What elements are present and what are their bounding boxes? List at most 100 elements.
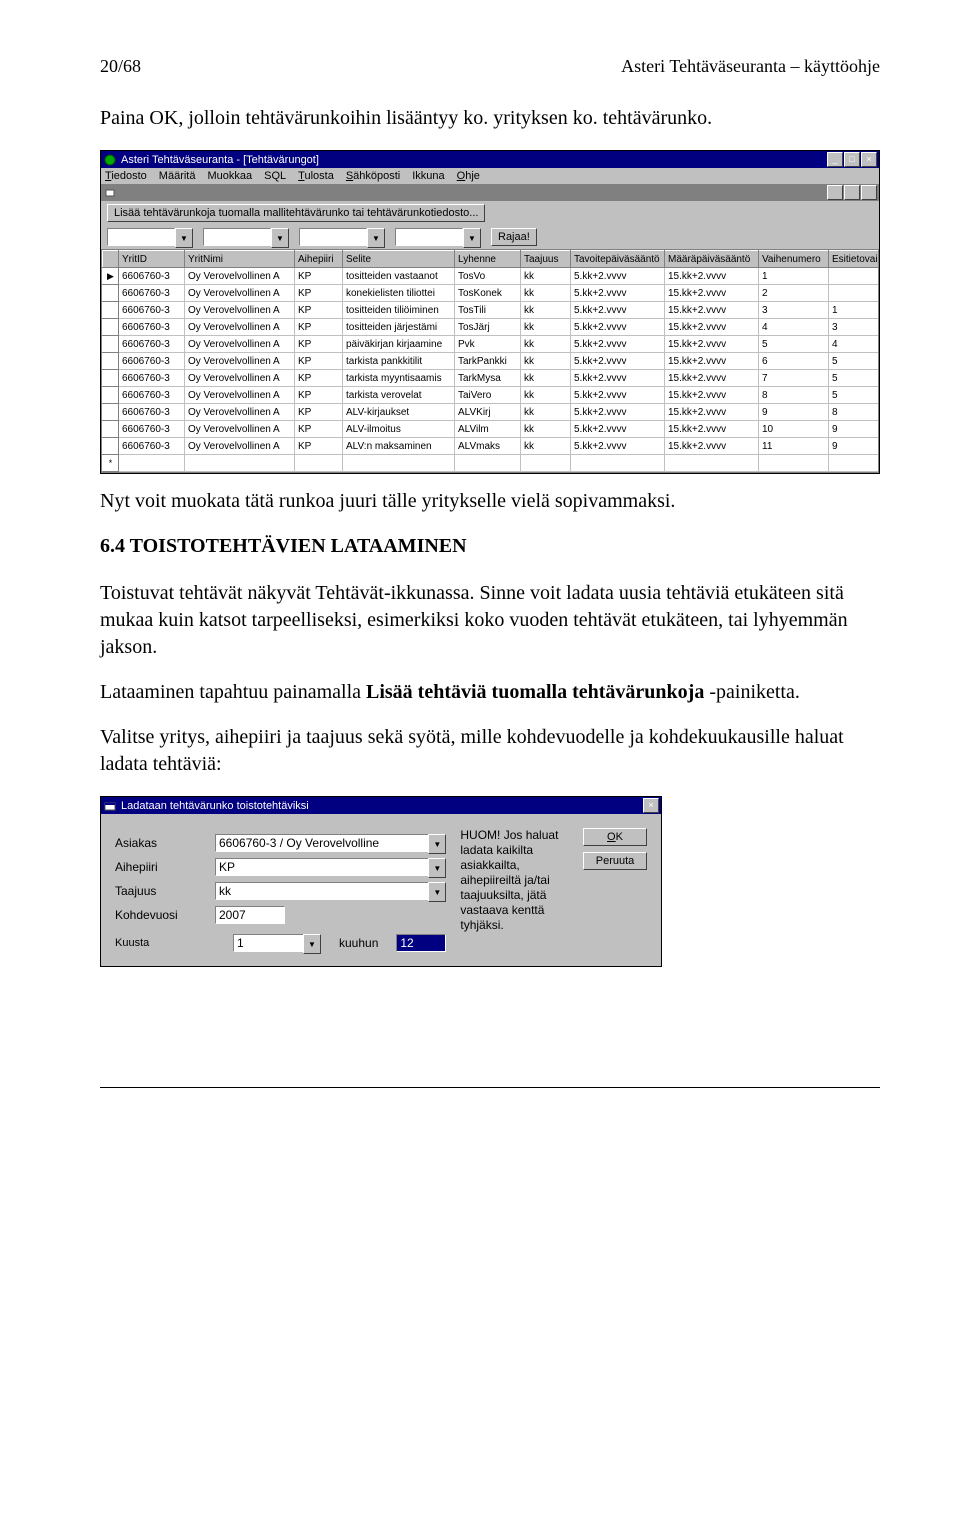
table-cell[interactable]: 15.kk+2.vvvv [665, 319, 759, 336]
table-row[interactable]: 6606760-3Oy Verovelvollinen AKPALV:n mak… [103, 438, 879, 455]
kuusta-input[interactable] [233, 934, 303, 952]
kohdevuosi-input[interactable] [215, 906, 285, 924]
add-templates-button[interactable]: Lisää tehtävärunkoja tuomalla mallitehtä… [107, 204, 485, 222]
table-cell[interactable]: 5.kk+2.vvvv [571, 285, 665, 302]
table-cell[interactable]: 1 [829, 302, 879, 319]
table-cell[interactable]: päiväkirjan kirjaamine [343, 336, 455, 353]
table-cell[interactable]: 6606760-3 [119, 268, 185, 285]
column-header[interactable]: Esitietovaih [829, 251, 879, 268]
chevron-down-icon[interactable]: ▼ [175, 228, 193, 248]
table-cell[interactable]: 3 [759, 302, 829, 319]
table-cell[interactable]: kk [521, 404, 571, 421]
chevron-down-icon[interactable]: ▼ [428, 834, 446, 854]
table-cell[interactable]: 15.kk+2.vvvv [665, 370, 759, 387]
table-cell[interactable]: tarkista myyntisaamis [343, 370, 455, 387]
table-cell[interactable]: 6606760-3 [119, 302, 185, 319]
table-cell[interactable]: kk [521, 438, 571, 455]
table-cell[interactable]: 4 [759, 319, 829, 336]
table-cell[interactable]: 5.kk+2.vvvv [571, 438, 665, 455]
table-cell[interactable]: 5.kk+2.vvvv [571, 336, 665, 353]
table-cell[interactable]: 6606760-3 [119, 421, 185, 438]
column-header[interactable]: Selite [343, 251, 455, 268]
table-cell[interactable]: ALV-ilmoitus [343, 421, 455, 438]
combo-asiakas[interactable]: ▼ [215, 834, 446, 852]
table-row[interactable]: 6606760-3Oy Verovelvollinen AKPtarkista … [103, 370, 879, 387]
table-cell[interactable]: 6606760-3 [119, 438, 185, 455]
table-cell[interactable]: 5.kk+2.vvvv [571, 404, 665, 421]
table-cell[interactable]: Pvk [455, 336, 521, 353]
column-header[interactable]: Taajuus [521, 251, 571, 268]
child-restore-button[interactable]: ❐ [844, 185, 860, 200]
asiakas-input[interactable] [215, 834, 428, 852]
table-cell[interactable]: 5.kk+2.vvvv [571, 370, 665, 387]
table-cell[interactable]: 15.kk+2.vvvv [665, 387, 759, 404]
table-cell[interactable]: 5 [829, 353, 879, 370]
table-cell[interactable]: 5.kk+2.vvvv [571, 319, 665, 336]
combo-aihepiiri[interactable]: ▼ [215, 858, 446, 876]
table-cell[interactable]: 7 [759, 370, 829, 387]
table-cell[interactable]: 15.kk+2.vvvv [665, 438, 759, 455]
table-cell[interactable]: 6606760-3 [119, 336, 185, 353]
table-cell[interactable]: 15.kk+2.vvvv [665, 336, 759, 353]
table-cell[interactable]: tositteiden tiliöiminen [343, 302, 455, 319]
table-cell[interactable]: KP [295, 404, 343, 421]
table-cell[interactable]: kk [521, 336, 571, 353]
table-cell[interactable]: kk [521, 353, 571, 370]
table-cell[interactable]: 5.kk+2.vvvv [571, 302, 665, 319]
menu-sql[interactable]: SQL [264, 170, 286, 182]
table-cell[interactable]: KP [295, 421, 343, 438]
table-cell[interactable]: kk [521, 268, 571, 285]
table-cell[interactable]: tositteiden järjestämi [343, 319, 455, 336]
table-cell[interactable]: ALVKirj [455, 404, 521, 421]
table-cell[interactable]: 5 [829, 387, 879, 404]
chevron-down-icon[interactable]: ▼ [428, 858, 446, 878]
table-cell[interactable]: kk [521, 421, 571, 438]
table-cell[interactable]: 8 [829, 404, 879, 421]
table-row[interactable]: 6606760-3Oy Verovelvollinen AKPtarkista … [103, 353, 879, 370]
titlebar-outer[interactable]: Asteri Tehtäväseuranta - [Tehtävärungot]… [101, 151, 879, 168]
table-cell[interactable]: KP [295, 370, 343, 387]
table-cell[interactable]: KP [295, 268, 343, 285]
kuuhun-input[interactable] [396, 934, 446, 952]
table-row[interactable]: ▶6606760-3Oy Verovelvollinen AKPtosittei… [103, 268, 879, 285]
table-cell[interactable]: ALV-kirjaukset [343, 404, 455, 421]
menu-sahkoposti[interactable]: Sähköposti [346, 170, 400, 182]
table-cell[interactable]: 9 [829, 438, 879, 455]
table-cell[interactable]: 6606760-3 [119, 353, 185, 370]
table-cell[interactable]: KP [295, 319, 343, 336]
table-cell[interactable]: 5.kk+2.vvvv [571, 268, 665, 285]
child-min-button[interactable]: _ [827, 185, 843, 200]
table-cell[interactable]: 11 [759, 438, 829, 455]
column-header[interactable]: Tavoitepäiväsääntö [571, 251, 665, 268]
table-cell[interactable]: KP [295, 285, 343, 302]
child-close-button[interactable]: × [861, 185, 877, 200]
table-cell[interactable]: Oy Verovelvollinen A [185, 285, 295, 302]
table-cell[interactable]: konekielisten tiliottei [343, 285, 455, 302]
table-cell[interactable]: 15.kk+2.vvvv [665, 302, 759, 319]
dialog-titlebar[interactable]: Ladataan tehtävärunko toistotehtäviksi × [101, 797, 661, 814]
table-cell[interactable]: 2 [759, 285, 829, 302]
close-button[interactable]: × [861, 152, 877, 167]
taajuus-input[interactable] [215, 882, 428, 900]
table-cell[interactable]: 3 [829, 319, 879, 336]
max-button[interactable]: □ [844, 152, 860, 167]
table-cell[interactable]: Oy Verovelvollinen A [185, 302, 295, 319]
table-cell[interactable]: 6606760-3 [119, 387, 185, 404]
table-cell[interactable]: Oy Verovelvollinen A [185, 404, 295, 421]
menu-maarita[interactable]: Määritä [159, 170, 196, 182]
table-cell[interactable]: kk [521, 302, 571, 319]
table-cell[interactable]: ALVmaks [455, 438, 521, 455]
chevron-down-icon[interactable]: ▼ [367, 228, 385, 248]
table-row[interactable]: 6606760-3Oy Verovelvollinen AKPALV-kirja… [103, 404, 879, 421]
table-cell[interactable]: TaiVero [455, 387, 521, 404]
table-cell[interactable]: 5.kk+2.vvvv [571, 387, 665, 404]
table-cell[interactable]: kk [521, 387, 571, 404]
table-cell[interactable]: kk [521, 319, 571, 336]
table-cell[interactable]: Oy Verovelvollinen A [185, 353, 295, 370]
menu-tulosta[interactable]: Tulosta [298, 170, 334, 182]
table-cell[interactable]: 1 [759, 268, 829, 285]
table-cell[interactable]: Oy Verovelvollinen A [185, 268, 295, 285]
table-cell[interactable]: 4 [829, 336, 879, 353]
column-header[interactable]: YritID [119, 251, 185, 268]
table-cell[interactable]: 15.kk+2.vvvv [665, 404, 759, 421]
